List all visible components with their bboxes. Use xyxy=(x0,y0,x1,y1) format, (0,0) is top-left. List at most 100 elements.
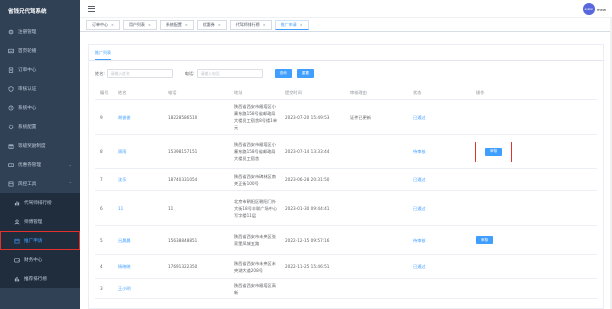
cell-status[interactable]: 已通过 xyxy=(408,205,471,212)
avatar[interactable]: avatar xyxy=(582,3,595,15)
app-logo-title: 省钱兄代驾系统 xyxy=(8,9,47,15)
sidebar-subitem-promotion[interactable]: 推广申请 xyxy=(0,231,80,250)
audit-button[interactable]: 审核 xyxy=(476,236,494,245)
col-header-operation: 操作 xyxy=(476,89,485,95)
cell-id: 9 xyxy=(100,114,103,120)
sidebar: 省钱兄代驾系统 注册管理 首页轮播 订单中心 审核认证 系统中心 系统配置 等级… xyxy=(0,0,80,309)
hamburger-menu-icon[interactable] xyxy=(88,5,95,12)
tab-label: 优惠券 xyxy=(202,21,215,27)
tab-orders[interactable]: 订单中心 × xyxy=(86,19,120,30)
close-icon[interactable]: × xyxy=(300,23,303,27)
query-button[interactable]: 查询 xyxy=(274,69,292,78)
sidebar-item-register[interactable]: 注册管理 xyxy=(0,22,80,41)
cell-name[interactable]: 周雨 xyxy=(113,148,163,155)
cell-name[interactable]: 11 xyxy=(113,205,163,212)
cell-status[interactable]: 已通过 xyxy=(408,176,471,183)
sidebar-item-tools[interactable]: 风控工具 ⌃ xyxy=(0,174,80,193)
close-icon[interactable]: × xyxy=(111,23,114,27)
bar-chart-icon xyxy=(14,200,20,206)
rank-icon xyxy=(14,276,20,282)
sidebar-item-label: 等级奖励制度 xyxy=(18,143,46,149)
cell-time: 2022-12-15 09:57:16 xyxy=(285,237,330,243)
sidebar-item-system-config[interactable]: 系统配置 xyxy=(0,117,80,136)
cell-name[interactable]: 吕晨晨 xyxy=(113,237,163,244)
table-row: 5 吕晨晨 15638848851 陕西省西安市未央区张家堡凤城五路 2022-… xyxy=(95,226,597,255)
close-icon[interactable]: × xyxy=(218,23,221,27)
table-header: 编号 姓名 电话 地址 提交时间 审核理由 状态 操作 xyxy=(95,85,597,100)
cell-status[interactable]: 待审核 xyxy=(408,148,471,155)
sidebar-item-audit[interactable]: 审核认证 xyxy=(0,79,80,98)
cell-phone: 15398157151 xyxy=(168,149,198,154)
tab-system-config[interactable]: 系统配置 × xyxy=(159,19,194,30)
name-search-input[interactable]: 请输入姓名 xyxy=(106,69,173,78)
section-tab[interactable]: 推广列表 xyxy=(95,50,111,60)
sidebar-item-coupons[interactable]: 优惠券管理 ⌄ xyxy=(0,155,80,174)
sidebar-item-label: 审核认证 xyxy=(18,86,37,92)
sidebar-item-label: 注册管理 xyxy=(18,29,37,35)
sidebar-menu: 注册管理 首页轮播 订单中心 审核认证 系统中心 系统配置 等级奖励制度 优惠券… xyxy=(0,22,80,193)
tab-label: 代驾师排行榜 xyxy=(235,21,260,27)
col-header-time: 提交时间 xyxy=(285,89,302,95)
cell-status[interactable]: 待审核 xyxy=(408,237,471,244)
divider xyxy=(89,60,603,61)
user-menu[interactable]: avatar mew xyxy=(582,3,606,15)
sidebar-item-banner[interactable]: 首页轮播 xyxy=(0,41,80,60)
col-header-reason: 审核理由 xyxy=(350,89,367,95)
table-row: 8 周雨 15398157151 陕西省西安市雁塔区小寨东路158号省邮政局大楼… xyxy=(95,135,597,169)
phone-search-input[interactable]: 请输入电话 xyxy=(196,69,263,78)
sidebar-subitem-recommend-rank[interactable]: 推荐排行榜 xyxy=(0,269,80,288)
cell-phone: 15638848851 xyxy=(168,237,198,243)
highlight-box: 审核 xyxy=(474,141,513,162)
cell-address: 陕西省西安市雁塔区高新 xyxy=(234,282,276,295)
cell-phone: 18228586510 xyxy=(168,114,198,120)
cell-name[interactable]: 胡俊俊 xyxy=(113,114,163,121)
table-row: 9 胡俊俊 18228586510 陕西省西安市雁塔区小寨东路158号省邮政局大… xyxy=(95,100,597,135)
close-icon[interactable]: × xyxy=(263,23,266,27)
cell-reason: 证件已更新 xyxy=(350,114,371,120)
cell-address: 陕西省西安市未央区未央湖大道208号 xyxy=(234,260,276,273)
tab-label: 系统配置 xyxy=(165,21,182,27)
sidebar-subitem-master[interactable]: 师傅管理 xyxy=(0,212,80,231)
cell-phone: 11 xyxy=(168,205,174,211)
avatar-text: avatar xyxy=(584,7,594,11)
cell-name[interactable]: 沈乐 xyxy=(113,176,163,183)
cell-id: 7 xyxy=(100,177,103,182)
tab-driver-rank[interactable]: 代驾师排行榜 × xyxy=(229,19,272,30)
sidebar-subitem-label: 代驾师排行榜 xyxy=(24,200,52,206)
settings-icon xyxy=(8,105,14,111)
cell-address: 陕西省西安市雁塔区小寨东路158号省邮政局大楼员工宿舍8号楼1单元 xyxy=(234,104,278,130)
sidebar-subitem-driver-rank[interactable]: 代驾师排行榜 xyxy=(0,193,80,212)
close-icon[interactable]: × xyxy=(148,23,151,27)
cell-phone: 18740331054 xyxy=(168,177,198,182)
cell-id: 4 xyxy=(100,264,103,269)
sidebar-subitem-finance[interactable]: 财务中心 xyxy=(0,250,80,269)
sidebar-item-orders[interactable]: 订单中心 xyxy=(0,60,80,79)
gear-icon xyxy=(8,29,14,35)
sidebar-subitem-label: 推荐排行榜 xyxy=(24,276,47,282)
audit-button[interactable]: 审核 xyxy=(485,147,503,156)
cell-time: 2023-06-28 20:31:50 xyxy=(285,177,330,182)
tab-users[interactable]: 用户列表 × xyxy=(122,19,157,30)
tab-coupons[interactable]: 优惠券 × xyxy=(196,19,227,30)
cell-status[interactable]: 已通过 xyxy=(408,114,471,121)
table-row: 4 杨晓晓 17691322350 陕西省西安市未央区未央湖大道208号 202… xyxy=(95,255,597,279)
sidebar-item-system-center[interactable]: 系统中心 xyxy=(0,98,80,117)
sidebar-subitem-label: 师傅管理 xyxy=(24,219,43,225)
table-row: 7 沈乐 18740331054 陕西省西安市碑林区南关正街100号 2023-… xyxy=(95,169,597,191)
cell-operation: 审核 xyxy=(471,236,597,245)
reset-button[interactable]: 重置 xyxy=(296,69,314,78)
tab-promotion[interactable]: 推广申请 × xyxy=(274,19,309,30)
cell-time: 2022-11-25 15:46:51 xyxy=(285,264,330,269)
sidebar-item-label: 系统配置 xyxy=(18,124,37,130)
user-icon xyxy=(14,219,20,225)
tags-view: 订单中心 × 用户列表 × 系统配置 × 优惠券 × 代驾师排行榜 × 推广申请 × xyxy=(80,18,612,32)
cell-time: 2023-01-30 09:44:41 xyxy=(285,205,330,211)
cell-status[interactable]: 已通过 xyxy=(408,263,471,270)
close-icon[interactable]: × xyxy=(185,23,188,27)
sidebar-item-rewards[interactable]: 等级奖励制度 xyxy=(0,136,80,155)
cell-name[interactable]: 王小明 xyxy=(113,285,163,292)
col-header-phone: 电话 xyxy=(168,89,177,95)
clipboard-icon xyxy=(8,67,14,73)
cell-name[interactable]: 杨晓晓 xyxy=(113,263,163,270)
col-header-status: 状态 xyxy=(413,89,422,95)
